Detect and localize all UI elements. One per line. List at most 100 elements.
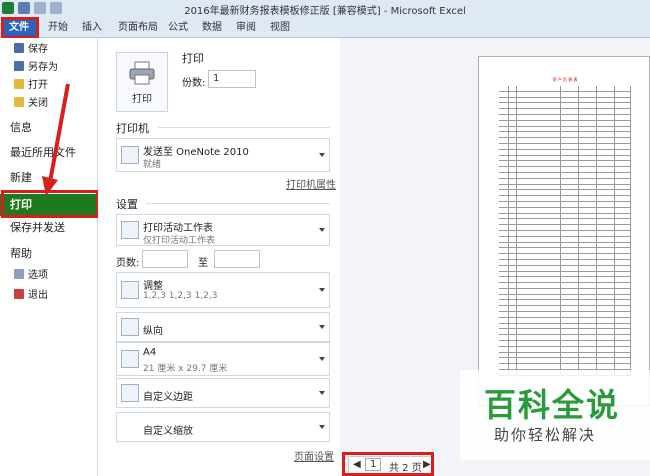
sheet-cell <box>517 114 561 120</box>
file-tab-highlight <box>1 17 39 39</box>
backstage-nav: 保存 另存为 打开 关闭 信息 最近所用文件 新建 打印 保存并发送 帮助 选项… <box>0 38 98 476</box>
sheet-cell <box>615 196 631 201</box>
sheet-cell <box>499 91 509 97</box>
sheet-cell <box>579 346 597 352</box>
tab-formulas[interactable]: 公式 <box>164 18 192 38</box>
sheet-cell <box>597 97 615 103</box>
sheet-cell <box>561 230 579 236</box>
sheet-cell <box>517 155 561 161</box>
collate-sub: 1,2,3 1,2,3 1,2,3 <box>143 291 218 301</box>
sheet-cell <box>579 138 597 143</box>
sheet-cell <box>597 161 615 167</box>
sheet-cell <box>561 172 579 178</box>
nav-save-as[interactable]: 另存为 <box>0 58 98 78</box>
sheet-cell <box>509 271 517 277</box>
scaling-dropdown[interactable]: 自定义缩放 <box>116 412 330 442</box>
sheet-cell <box>509 317 517 323</box>
nav-save-send[interactable]: 保存并发送 <box>0 218 98 238</box>
sheet-cell <box>579 230 597 236</box>
paper-size-dropdown[interactable]: A4 21 厘米 x 29.7 厘米 <box>116 342 330 376</box>
copies-input[interactable]: 1 <box>208 70 256 88</box>
sheet-cell <box>561 294 579 300</box>
preview-page: 资 产 负 债 表 <box>478 56 650 406</box>
printer-dropdown[interactable]: 发送至 OneNote 2010 就绪 <box>116 138 330 172</box>
sheet-cell <box>499 172 509 178</box>
page-setup-link[interactable]: 页面设置 <box>294 448 334 463</box>
tab-data[interactable]: 数据 <box>198 18 226 38</box>
sheet-cell <box>499 161 509 167</box>
nav-save[interactable]: 保存 <box>0 40 98 60</box>
nav-exit[interactable]: 退出 <box>0 286 98 306</box>
sheet-cell <box>509 219 517 225</box>
sheet-cell <box>597 114 615 120</box>
sheet-cell <box>517 132 561 138</box>
sheet-cell <box>517 149 561 155</box>
nav-close[interactable]: 关闭 <box>0 94 98 114</box>
sheet-cell <box>561 138 579 143</box>
tab-view[interactable]: 视图 <box>266 18 294 38</box>
sheet-cell <box>509 346 517 352</box>
sheet-cell <box>509 149 517 155</box>
sheet-cell <box>597 271 615 277</box>
exit-icon <box>14 289 24 299</box>
tab-home[interactable]: 开始 <box>44 18 72 38</box>
sheet-cell <box>579 248 597 254</box>
nav-help[interactable]: 帮助 <box>0 244 98 264</box>
nav-options[interactable]: 选项 <box>0 266 98 286</box>
sheet-cell <box>499 103 509 109</box>
sheet-cell <box>561 167 579 172</box>
sheet-cell <box>561 306 579 312</box>
sheet-cell <box>509 184 517 190</box>
printer-section-title: 打印机 <box>116 122 149 135</box>
sheet-cell <box>579 283 597 288</box>
tab-insert[interactable]: 插入 <box>78 18 106 38</box>
sheet-cell <box>561 178 579 184</box>
sheet-cell <box>499 184 509 190</box>
margins-dropdown[interactable]: 自定义边距 <box>116 378 330 408</box>
printer-name: 发送至 OneNote 2010 <box>143 147 249 158</box>
sheet-cell <box>597 323 615 329</box>
tab-review[interactable]: 审阅 <box>232 18 260 38</box>
pages-to-label: 至 <box>198 258 208 269</box>
sheet-cell <box>579 109 597 114</box>
nav-open[interactable]: 打开 <box>0 76 98 96</box>
sheet-cell <box>597 230 615 236</box>
sheet-cell <box>499 242 509 248</box>
paper-title: A4 <box>143 347 157 358</box>
print-what-dropdown[interactable]: 打印活动工作表 仅打印活动工作表 <box>116 214 330 246</box>
sheet-cell <box>597 346 615 352</box>
scaling-icon <box>121 418 139 436</box>
sheet-cell <box>579 236 597 242</box>
folder-icon <box>14 79 24 89</box>
nav-new[interactable]: 新建 <box>0 168 98 188</box>
sheet-cell <box>579 329 597 335</box>
sheet-cell <box>517 219 561 225</box>
sheet-cell <box>597 236 615 242</box>
nav-recent[interactable]: 最近所用文件 <box>0 143 98 163</box>
print-button[interactable]: 打印 <box>116 52 168 112</box>
printer-properties-link[interactable]: 打印机属性 <box>286 176 336 191</box>
pages-from-input[interactable] <box>142 250 188 268</box>
sheet-cell <box>597 277 615 283</box>
sheet-cell <box>615 126 631 132</box>
sheet-cell <box>579 126 597 132</box>
sheet-cell <box>561 161 579 167</box>
sheet-cell <box>499 225 509 230</box>
sheet-cell <box>499 248 509 254</box>
copies-label: 份数: <box>182 78 206 89</box>
print-heading: 打印 <box>182 52 204 65</box>
sheet-cell <box>509 103 517 109</box>
tab-page-layout[interactable]: 页面布局 <box>114 18 162 38</box>
sheet-cell <box>597 265 615 271</box>
collate-dropdown[interactable]: 调整 1,2,3 1,2,3 1,2,3 <box>116 272 330 308</box>
sheet-cell <box>597 126 615 132</box>
orientation-dropdown[interactable]: 纵向 <box>116 312 330 342</box>
sheet-cell <box>509 306 517 312</box>
sheet-cell <box>499 190 509 196</box>
print-nav-highlight <box>1 190 99 218</box>
pages-to-input[interactable] <box>214 250 260 268</box>
sheet-cell <box>517 109 561 114</box>
nav-info[interactable]: 信息 <box>0 118 98 138</box>
sheet-cell <box>579 364 597 370</box>
ribbon-tabs: 文件 开始 插入 页面布局 公式 数据 审阅 视图 <box>0 18 650 38</box>
